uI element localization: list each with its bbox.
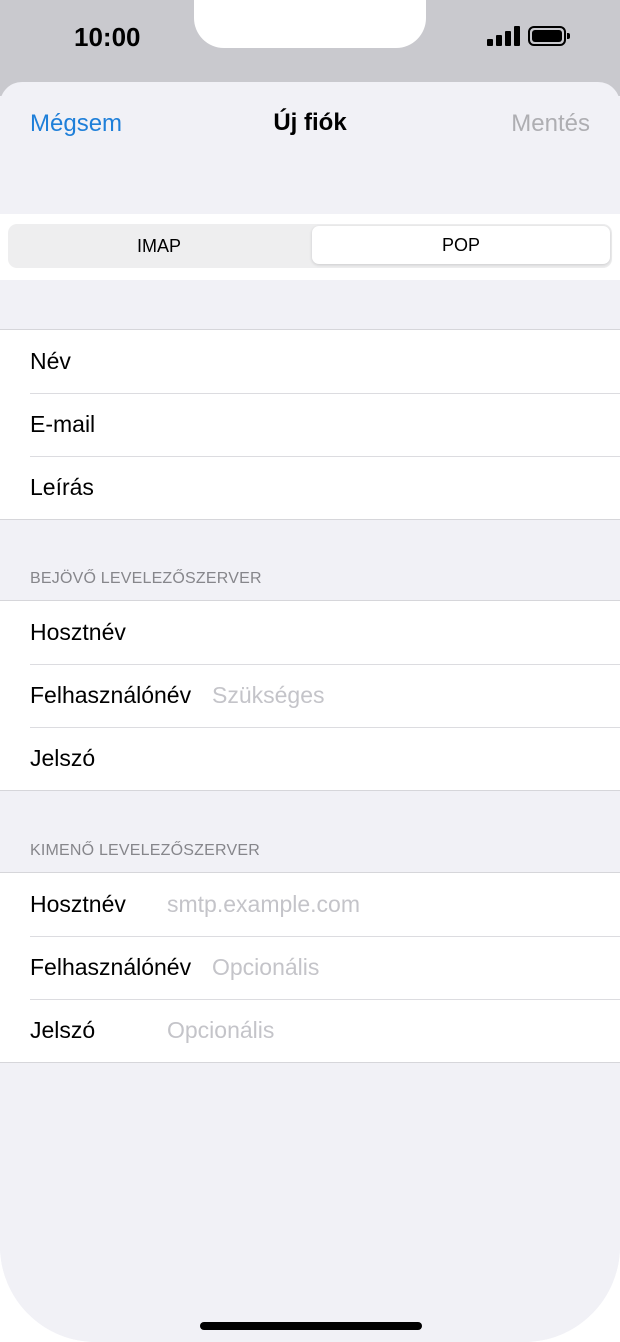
protocol-segment-container: IMAP POP xyxy=(0,214,620,280)
outgoing-username-field[interactable]: Felhasználónév Opcionális xyxy=(0,936,620,999)
outgoing-hostname-label: Hosztnév xyxy=(30,891,126,917)
battery-icon xyxy=(528,26,570,46)
outgoing-server-header: KIMENŐ LEVELEZŐSZERVER xyxy=(30,842,260,859)
status-time: 10:00 xyxy=(74,22,141,52)
incoming-username-field[interactable]: Felhasználónév Szükséges xyxy=(0,664,620,727)
outgoing-password-placeholder: Opcionális xyxy=(167,1017,275,1043)
protocol-segmented-control: IMAP POP xyxy=(8,224,612,268)
description-field[interactable]: Leírás xyxy=(0,456,620,519)
incoming-server-header: BEJÖVŐ LEVELEZŐSZERVER xyxy=(30,570,262,587)
incoming-hostname-field[interactable]: Hosztnév xyxy=(0,601,620,664)
new-account-sheet: Mégsem Új fiók Mentés IMAP POP Név E-mai… xyxy=(0,82,620,1342)
cellular-signal-icon xyxy=(487,26,521,46)
name-label: Név xyxy=(30,348,71,374)
description-label: Leírás xyxy=(30,474,94,500)
outgoing-password-field[interactable]: Jelszó Opcionális xyxy=(0,999,620,1062)
incoming-server-group: Hosztnév Felhasználónév Szükséges Jelszó xyxy=(0,600,620,791)
outgoing-password-label: Jelszó xyxy=(30,1017,96,1043)
outgoing-username-label: Felhasználónév xyxy=(30,954,192,980)
save-button[interactable]: Mentés xyxy=(511,110,590,138)
outgoing-server-group: Hosztnév smtp.example.com Felhasználónév… xyxy=(0,872,620,1063)
incoming-username-label: Felhasználónév xyxy=(30,682,192,708)
segment-pop[interactable]: POP xyxy=(312,226,610,264)
email-field[interactable]: E-mail xyxy=(0,393,620,456)
incoming-password-field[interactable]: Jelszó xyxy=(0,727,620,790)
incoming-password-label: Jelszó xyxy=(30,745,96,771)
segment-imap[interactable]: IMAP xyxy=(8,224,310,268)
notch xyxy=(194,0,426,48)
outgoing-hostname-field[interactable]: Hosztnév smtp.example.com xyxy=(0,873,620,936)
outgoing-hostname-placeholder: smtp.example.com xyxy=(167,891,361,917)
device-screen: 10:00 Mégsem Új fiók Mentés IMAP POP Név… xyxy=(0,0,620,1342)
incoming-hostname-label: Hosztnév xyxy=(30,619,126,645)
incoming-username-placeholder: Szükséges xyxy=(212,682,325,708)
name-field[interactable]: Név xyxy=(0,330,620,393)
account-info-group: Név E-mail Leírás xyxy=(0,329,620,520)
email-label: E-mail xyxy=(30,411,96,437)
navigation-bar: Mégsem Új fiók Mentés xyxy=(0,82,620,214)
home-indicator[interactable] xyxy=(200,1322,422,1330)
outgoing-username-placeholder: Opcionális xyxy=(212,954,320,980)
